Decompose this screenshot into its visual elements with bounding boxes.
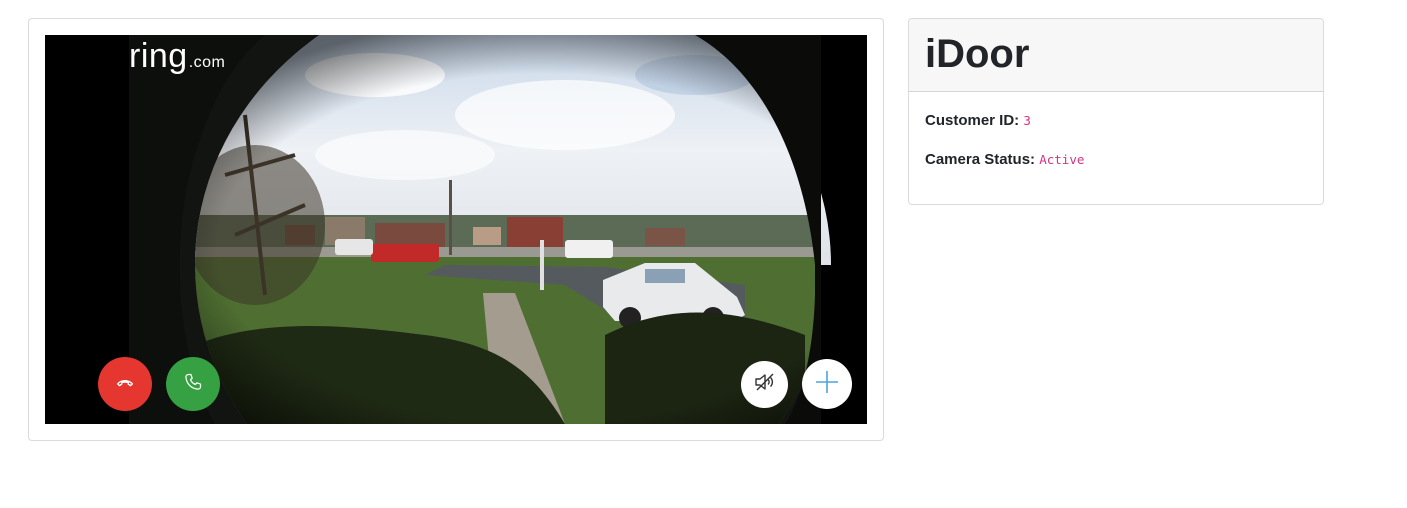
plus-icon xyxy=(814,369,840,400)
camera-status-label: Camera Status: xyxy=(925,151,1036,168)
speaker-mute-icon xyxy=(753,370,777,399)
device-title: iDoor xyxy=(925,32,1030,76)
camera-feed: ring.com xyxy=(45,35,867,424)
device-info-card: iDoor Customer ID: 3 Camera Status: Acti… xyxy=(908,18,1324,205)
mute-button[interactable] xyxy=(741,361,788,408)
hangup-button[interactable] xyxy=(98,357,152,411)
customer-id-label: Customer ID: xyxy=(925,112,1020,129)
answer-button[interactable] xyxy=(166,357,220,411)
ring-logo-tld: .com xyxy=(188,54,226,71)
video-card: ring.com xyxy=(28,18,884,441)
device-info-header: iDoor xyxy=(909,19,1323,92)
customer-id-value: 3 xyxy=(1023,113,1031,128)
phone-hangup-icon xyxy=(114,371,136,398)
camera-image xyxy=(45,35,867,424)
camera-status-value: Active xyxy=(1039,152,1085,167)
ring-logo: ring.com xyxy=(129,37,225,76)
phone-icon xyxy=(183,372,203,397)
customer-id-row: Customer ID: 3 xyxy=(925,112,1307,129)
ring-logo-brand: ring xyxy=(129,37,188,75)
device-info-body: Customer ID: 3 Camera Status: Active xyxy=(909,92,1323,168)
add-button[interactable] xyxy=(802,359,852,409)
camera-status-row: Camera Status: Active xyxy=(925,151,1307,168)
